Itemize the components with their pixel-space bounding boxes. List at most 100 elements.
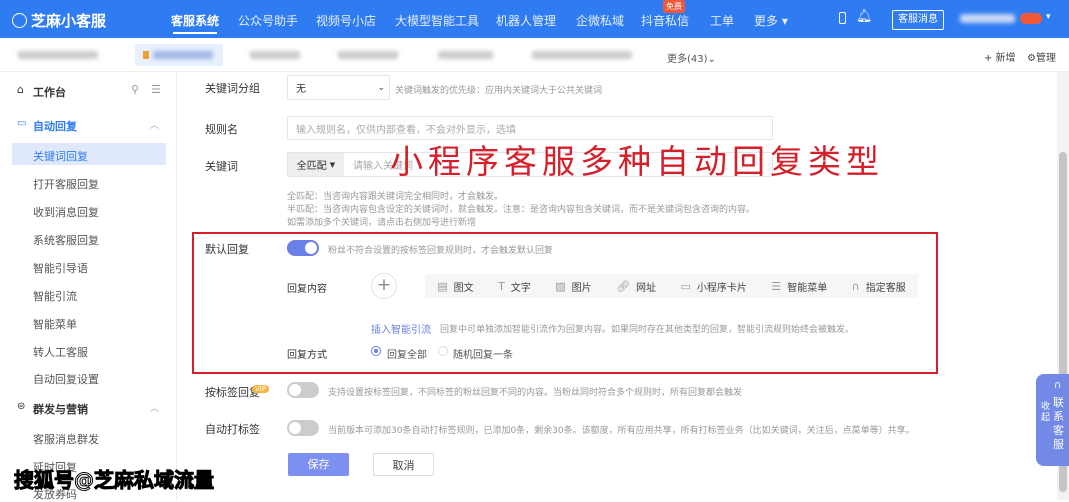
default-reply-hint: 粉丝不符合设置的按标签回复规则时，才会触发默认回复: [328, 246, 554, 256]
type-label: 网址: [636, 282, 657, 294]
tab-item[interactable]: [250, 51, 300, 59]
tab-item[interactable]: [18, 51, 98, 59]
keyword-group-value: 无: [296, 84, 306, 95]
reply-mode-label: 回复方式: [287, 350, 327, 361]
nav-ticket[interactable]: 工单: [710, 12, 734, 29]
sidebar-item-keyword-reply[interactable]: 关键词回复: [33, 148, 88, 164]
type-smart-menu[interactable]: ☰ 智能菜单: [771, 279, 827, 294]
link-icon: 🔗︎: [616, 279, 631, 293]
logo-icon: [12, 13, 27, 28]
radio-reply-all[interactable]: [371, 346, 381, 356]
tab-item[interactable]: [438, 51, 493, 59]
add-tab-button[interactable]: + 新增: [984, 49, 1016, 64]
tabs-more-label: 更多(43): [667, 54, 708, 65]
sidebar-item[interactable]: 自动回复设置: [33, 371, 99, 387]
tab-item[interactable]: [532, 51, 632, 59]
keyword-group-label: 关键词分组: [205, 82, 260, 95]
tab-item[interactable]: [338, 51, 398, 59]
nav-douyin[interactable]: 抖音私信: [641, 12, 689, 29]
manage-tabs-button[interactable]: ⚙管理: [1027, 49, 1056, 64]
type-label: 指定客服: [865, 282, 906, 294]
tab-item-active[interactable]: [135, 44, 223, 66]
nav-wecom[interactable]: 企微私域: [576, 12, 624, 29]
account-name[interactable]: [960, 14, 1015, 23]
nav-gzh[interactable]: 公众号助手: [238, 12, 298, 29]
nav-kefu[interactable]: 客服系统: [171, 12, 219, 34]
sidebar-item[interactable]: 智能引流: [33, 288, 77, 304]
insert-smart-link[interactable]: 插入智能引流: [371, 321, 431, 336]
gear-icon: ⚙: [1027, 53, 1036, 64]
content-type-toolbar: ▤ 图文 T 文字 ▨ 图片 🔗︎ 网址 ▭ 小程序卡片 ☰ 智能菜单 ∩ 指定客服: [425, 274, 918, 298]
page-tabs-bar: 更多(43)⌄ + 新增 ⚙管理: [0, 38, 1069, 72]
match-type-dropdown[interactable]: 全匹配 ▼: [288, 153, 344, 176]
search-icon[interactable]: ⚲: [131, 83, 139, 96]
headset-icon: ∩: [1054, 380, 1062, 391]
contact-support-label: 联系客服: [1053, 396, 1064, 451]
nav-llm[interactable]: 大模型智能工具: [395, 12, 479, 29]
collapse-button[interactable]: 收起: [1041, 402, 1051, 424]
sidebar-item[interactable]: 收到消息回复: [33, 204, 99, 220]
save-button[interactable]: 保存: [288, 453, 349, 476]
sidebar-item[interactable]: 智能菜单: [33, 316, 77, 332]
top-header: 芝麻小客服 客服系统 公众号助手 视频号小店 大模型智能工具 机器人管理 企微私…: [0, 0, 1069, 38]
auto-tag-toggle[interactable]: [287, 420, 319, 436]
type-agent[interactable]: ∩ 指定客服: [852, 279, 906, 294]
account-chevron-icon[interactable]: ▾: [1046, 12, 1051, 22]
menu-icon[interactable]: ☰: [151, 83, 161, 96]
type-image[interactable]: ▨ 图片: [555, 279, 591, 294]
free-badge: 免费: [663, 0, 685, 13]
overlay-caption: 小程序客服多种自动回复类型: [390, 142, 884, 181]
keyword-group-select[interactable]: 无 ⌄: [287, 75, 390, 100]
sidebar-item[interactable]: 系统客服回复: [33, 232, 99, 248]
chat-icon: ▭: [17, 118, 27, 129]
sidebar-item[interactable]: 客服消息群发: [33, 431, 99, 447]
default-reply-label: 默认回复: [205, 243, 249, 256]
match-type-value: 全匹配: [296, 161, 327, 172]
auto-tag-label: 自动打标签: [205, 423, 260, 436]
chevron-up-icon[interactable]: ︿: [150, 401, 159, 414]
keyword-group-hint: 关键词触发的优先级：应用内关键词大于公共关键词: [395, 86, 603, 96]
contact-support-float[interactable]: 收起 ∩ 联系客服: [1036, 374, 1069, 466]
reply-random-label[interactable]: 随机回复一条: [453, 346, 513, 361]
type-news[interactable]: ▤ 图文: [437, 279, 473, 294]
sidebar-item[interactable]: 转人工客服: [33, 344, 88, 360]
sidebar-item[interactable]: 打开客服回复: [33, 176, 99, 192]
cancel-button[interactable]: 取消: [373, 453, 434, 476]
type-text[interactable]: T 文字: [498, 279, 531, 294]
type-link[interactable]: 🔗︎ 网址: [616, 279, 656, 294]
keyword-hint-1: 全匹配：当咨询内容跟关键词完全相同时，才会触发。: [287, 192, 504, 202]
nav-sph[interactable]: 视频号小店: [316, 12, 376, 29]
keyword-label: 关键词: [205, 160, 238, 173]
rule-name-label: 规则名: [205, 123, 238, 136]
tag-reply-toggle[interactable]: [287, 382, 319, 398]
chevron-up-icon[interactable]: ︿: [150, 118, 159, 131]
sidebar-workbench[interactable]: 工作台: [33, 84, 66, 100]
rule-name-placeholder: 输入规则名，仅供内部查看，不会对外显示，选填: [296, 124, 516, 136]
marketing-icon: ⊜: [17, 401, 26, 412]
account-badge: [1020, 13, 1042, 24]
nav-robot[interactable]: 机器人管理: [496, 12, 556, 29]
default-reply-toggle[interactable]: [287, 240, 319, 256]
tabs-more[interactable]: 更多(43)⌄: [667, 50, 716, 65]
reply-all-label[interactable]: 回复全部: [387, 346, 427, 361]
keyword-hint-2: 半匹配：当咨询内容包含设定的关键词时，就会触发。注意：是咨询内容包含关键词，而不…: [287, 205, 756, 215]
phone-icon[interactable]: [839, 12, 846, 24]
vip-badge: VIP: [252, 385, 270, 393]
auto-tag-hint: 当前版本可添加30条自动打标签规则，已添加0条，剩余30条。该额度，所有应用共享…: [328, 426, 915, 436]
type-miniprogram[interactable]: ▭ 小程序卡片: [680, 279, 746, 294]
type-label: 智能菜单: [787, 282, 828, 294]
image-icon: ▨: [555, 279, 566, 293]
list-icon: ☰: [771, 279, 782, 293]
service-message-button[interactable]: 客服消息: [892, 10, 944, 30]
app-logo[interactable]: 芝麻小客服: [12, 10, 106, 31]
bell-icon[interactable]: 🔔︎: [856, 9, 873, 24]
radio-reply-random[interactable]: [438, 346, 448, 356]
sidebar-group-auto-reply[interactable]: 自动回复: [33, 118, 77, 134]
add-content-button[interactable]: +: [371, 273, 397, 299]
reply-content-label: 回复内容: [287, 284, 327, 295]
insert-link-hint: 回复中可单独添加智能引流作为回复内容。如果同时存在其他类型的回复，智能引流规则始…: [440, 325, 855, 335]
nav-more[interactable]: 更多 ▾: [754, 12, 788, 29]
sidebar-item[interactable]: 智能引导语: [33, 260, 88, 276]
sidebar-group-marketing[interactable]: 群发与营销: [33, 401, 88, 417]
headset-icon: ∩: [851, 279, 860, 293]
